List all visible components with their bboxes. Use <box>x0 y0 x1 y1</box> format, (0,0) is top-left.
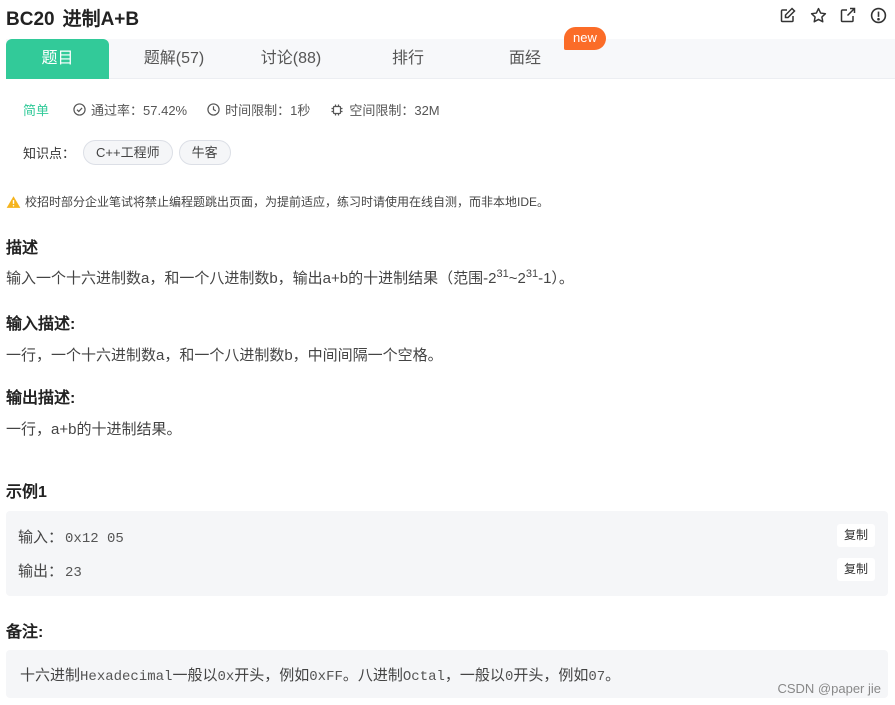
share-icon[interactable] <box>839 6 857 24</box>
tab-solutions[interactable]: 题解(57) <box>124 39 224 79</box>
problem-id: BC20 <box>6 9 55 30</box>
output-desc-heading: 输出描述: <box>6 390 76 407</box>
star-icon[interactable] <box>809 6 827 24</box>
copy-input-button[interactable]: 复制 <box>836 524 875 547</box>
knowledge-points: 知识点： C++工程师 牛客 <box>23 140 231 165</box>
description-heading: 描述 <box>6 240 39 257</box>
tab-bar: 题目 题解(57) 讨论(88) 排行 面经 <box>6 39 895 79</box>
example-input-label: 输入： <box>18 529 64 546</box>
example-output-value: 23 <box>65 565 82 581</box>
example-input-row: 输入： 0x12 05 <box>18 526 124 547</box>
input-desc-heading: 输入描述: <box>6 316 76 333</box>
copy-output-button[interactable]: 复制 <box>836 558 875 581</box>
problem-meta: 简单 通过率：57.42% 时间限制：1秒 空间限制：32M <box>23 100 460 119</box>
tab-discussion[interactable]: 讨论(88) <box>241 39 341 79</box>
pass-rate-text: 通过率：57.42% <box>91 103 188 118</box>
difficulty-label: 简单 <box>23 103 50 118</box>
example-box: 输入： 0x12 05 复制 输出： 23 复制 <box>6 511 888 596</box>
space-limit: 空间限制：32M <box>330 100 440 119</box>
knowledge-tag[interactable]: C++工程师 <box>83 140 173 165</box>
space-limit-text: 空间限制：32M <box>349 103 440 118</box>
knowledge-label: 知识点： <box>23 146 76 161</box>
problem-title: BC20 进制A+B <box>6 4 139 31</box>
problem-name: 进制A+B <box>62 9 140 30</box>
chip-icon <box>331 104 343 115</box>
example-output-label: 输出： <box>18 563 64 580</box>
knowledge-tag[interactable]: 牛客 <box>178 140 231 165</box>
warning-text: 校招时部分企业笔试将禁止编程题跳出页面，为提前适应，练习时请使用在线自测，而非本… <box>25 195 550 209</box>
note-text: 十六进制Hexadecimal一般以0x开头，例如0xFF。八进制Octal，一… <box>20 667 621 685</box>
tab-interview[interactable]: 面经 <box>475 39 575 79</box>
tab-problem[interactable]: 题目 <box>6 39 109 79</box>
check-circle-icon <box>73 103 86 116</box>
output-desc-text: 一行，a+b的十进制结果。 <box>6 421 182 438</box>
tab-ranking[interactable]: 排行 <box>358 39 458 79</box>
time-limit: 时间限制：1秒 <box>207 100 310 119</box>
example-input-value: 0x12 05 <box>65 531 124 547</box>
toolbar <box>779 6 887 24</box>
description-text: 输入一个十六进制数a，和一个八进制数b，输出a+b的十进制结果（范围-231~2… <box>6 268 574 287</box>
edit-icon[interactable] <box>779 6 797 24</box>
example-output-row: 输出： 23 <box>18 560 82 581</box>
input-desc-text: 一行，一个十六进制数a，和一个八进制数b，中间间隔一个空格。 <box>6 347 443 364</box>
note-box: 十六进制Hexadecimal一般以0x开头，例如0xFF。八进制Octal，一… <box>6 650 888 698</box>
warning-notice: 校招时部分企业笔试将禁止编程题跳出页面，为提前适应，练习时请使用在线自测，而非本… <box>6 193 549 210</box>
example-heading: 示例1 <box>6 484 47 501</box>
watermark: CSDN @paper jie <box>777 681 881 696</box>
clock-icon <box>207 103 220 116</box>
time-limit-text: 时间限制：1秒 <box>225 103 311 118</box>
note-heading: 备注: <box>6 624 44 641</box>
pass-rate: 通过率：57.42% <box>73 100 187 119</box>
info-icon[interactable] <box>869 6 887 24</box>
new-badge: new <box>564 27 606 50</box>
warning-icon <box>6 195 21 208</box>
